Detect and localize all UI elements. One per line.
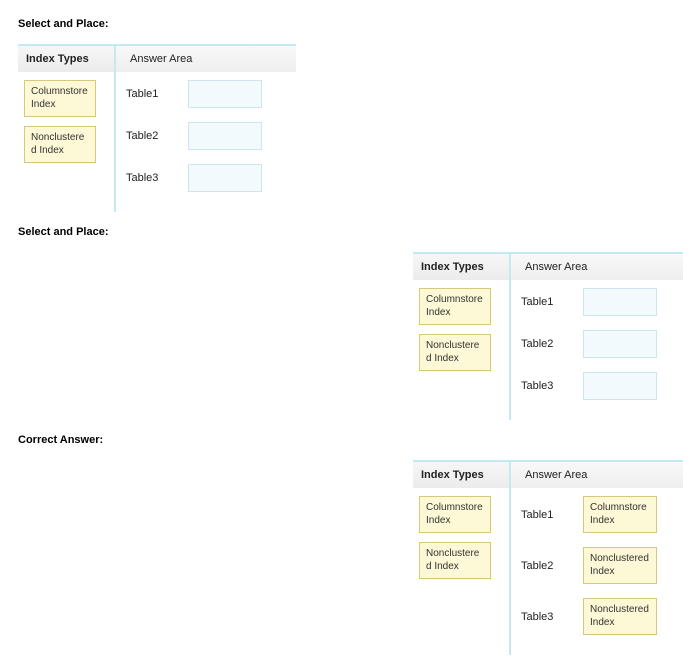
- index-chip-nonclustered[interactable]: Nonclustered Index: [419, 334, 491, 371]
- table-row: Table1 Columnstore Index: [521, 496, 683, 533]
- source-list: Columnstore Index Nonclustered Index: [18, 72, 114, 163]
- answer-header: Answer Area: [511, 254, 683, 280]
- answer-rows: Table1 Table2 Table3: [116, 72, 296, 192]
- drop-zone-filled[interactable]: Columnstore Index: [583, 496, 657, 533]
- table-row: Table2: [521, 330, 683, 358]
- index-chip-columnstore[interactable]: Columnstore Index: [419, 496, 491, 533]
- answer-rows: Table1 Columnstore Index Table2 Nonclust…: [511, 488, 683, 635]
- answer-header: Answer Area: [116, 46, 296, 72]
- row-label: Table3: [521, 611, 583, 623]
- index-chip-nonclustered[interactable]: Nonclustered Index: [24, 126, 96, 163]
- drop-zone[interactable]: [583, 330, 657, 358]
- section-title: Select and Place:: [18, 18, 665, 30]
- answer-column: Answer Area Table1 Table2 Table3: [511, 254, 683, 420]
- panel-wrap: Index Types Columnstore Index Noncluster…: [413, 460, 665, 655]
- drop-zone[interactable]: [583, 288, 657, 316]
- row-label: Table2: [521, 338, 583, 350]
- table-row: Table3: [521, 372, 683, 400]
- row-label: Table1: [521, 296, 583, 308]
- source-column: Index Types Columnstore Index Noncluster…: [413, 254, 511, 420]
- drop-zone-filled[interactable]: Nonclustered Index: [583, 547, 657, 584]
- drop-zone[interactable]: [188, 80, 262, 108]
- source-list: Columnstore Index Nonclustered Index: [413, 280, 509, 371]
- row-label: Table1: [126, 88, 188, 100]
- drop-zone[interactable]: [188, 122, 262, 150]
- panel-wrap: Index Types Columnstore Index Noncluster…: [413, 252, 665, 420]
- answer-header: Answer Area: [511, 462, 683, 488]
- panel-wrap: Index Types Columnstore Index Noncluster…: [18, 44, 665, 212]
- section-title: Select and Place:: [18, 226, 665, 238]
- dnd-panel: Index Types Columnstore Index Noncluster…: [413, 460, 683, 655]
- table-row: Table3: [126, 164, 290, 192]
- table-row: Table1: [521, 288, 683, 316]
- source-column: Index Types Columnstore Index Noncluster…: [18, 46, 116, 212]
- source-header: Index Types: [18, 46, 114, 72]
- index-chip-nonclustered[interactable]: Nonclustered Index: [419, 542, 491, 579]
- table-row: Table2: [126, 122, 290, 150]
- source-column: Index Types Columnstore Index Noncluster…: [413, 462, 511, 655]
- row-label: Table3: [521, 380, 583, 392]
- drop-zone[interactable]: [188, 164, 262, 192]
- source-header: Index Types: [413, 254, 509, 280]
- drop-zone[interactable]: [583, 372, 657, 400]
- table-row: Table3 Nonclustered Index: [521, 598, 683, 635]
- row-label: Table2: [521, 560, 583, 572]
- table-row: Table1: [126, 80, 290, 108]
- answer-column: Answer Area Table1 Table2 Table3: [116, 46, 296, 212]
- index-chip-columnstore[interactable]: Columnstore Index: [419, 288, 491, 325]
- row-label: Table1: [521, 509, 583, 521]
- section-title: Correct Answer:: [18, 434, 665, 446]
- row-label: Table2: [126, 130, 188, 142]
- drop-zone-filled[interactable]: Nonclustered Index: [583, 598, 657, 635]
- answer-rows: Table1 Table2 Table3: [511, 280, 683, 400]
- dnd-panel: Index Types Columnstore Index Noncluster…: [18, 44, 296, 212]
- dnd-panel: Index Types Columnstore Index Noncluster…: [413, 252, 683, 420]
- index-chip-columnstore[interactable]: Columnstore Index: [24, 80, 96, 117]
- row-label: Table3: [126, 172, 188, 184]
- source-list: Columnstore Index Nonclustered Index: [413, 488, 509, 579]
- answer-column: Answer Area Table1 Columnstore Index Tab…: [511, 462, 683, 655]
- source-header: Index Types: [413, 462, 509, 488]
- table-row: Table2 Nonclustered Index: [521, 547, 683, 584]
